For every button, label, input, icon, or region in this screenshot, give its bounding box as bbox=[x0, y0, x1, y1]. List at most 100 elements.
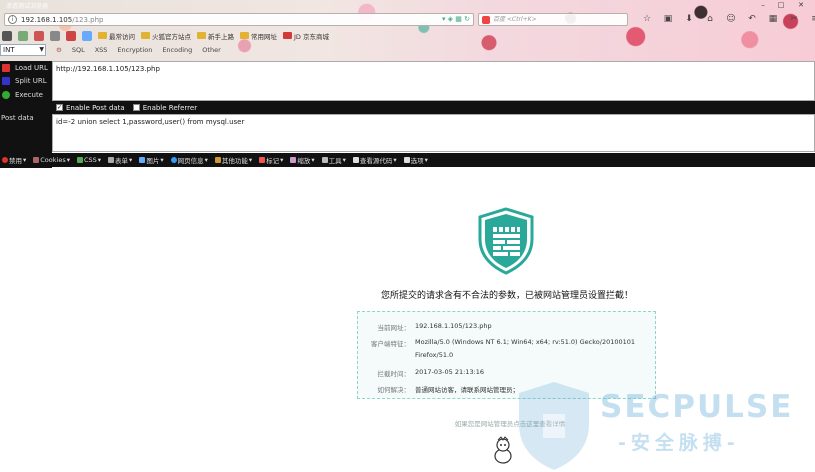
scissors-icon[interactable]: ✂ bbox=[787, 14, 801, 24]
home-icon[interactable]: ⌂ bbox=[703, 14, 717, 24]
disable-icon bbox=[2, 157, 8, 163]
jd-icon bbox=[283, 32, 292, 39]
checkbox-checked-icon: ✓ bbox=[56, 104, 63, 111]
search-placeholder: 百度 <Ctrl+K> bbox=[493, 16, 537, 23]
options-icon bbox=[403, 157, 410, 163]
search-engine-icon[interactable] bbox=[482, 16, 490, 24]
menu-xss[interactable]: XSS bbox=[95, 46, 108, 54]
app-title: 渗透测试浏览器 bbox=[6, 3, 49, 10]
css-icon bbox=[76, 157, 83, 163]
minimize-button[interactable]: – bbox=[756, 1, 770, 10]
close-window-button[interactable]: ✕ bbox=[794, 1, 808, 10]
bookmark-item[interactable]: 火狐官方站点 bbox=[141, 31, 191, 41]
post-data-label: Post data bbox=[1, 114, 34, 122]
watermark-shield-icon bbox=[519, 382, 589, 470]
addon-icon[interactable] bbox=[50, 30, 60, 41]
address-text[interactable]: 192.168.1.105/123.php bbox=[21, 15, 104, 25]
addon-icon[interactable] bbox=[18, 30, 28, 41]
grid-icon[interactable]: ▦ bbox=[766, 14, 780, 24]
dev-menu-options[interactable]: 选项 ▾ bbox=[403, 155, 428, 165]
folder-icon bbox=[240, 32, 249, 39]
site-info-icon[interactable]: i bbox=[8, 15, 17, 24]
addon-icon[interactable] bbox=[66, 30, 76, 41]
emoji-icon[interactable]: ☺ bbox=[724, 14, 738, 24]
menu-encryption[interactable]: Encryption bbox=[117, 46, 152, 54]
block-message-title: 您所提交的请求含有不合法的参数，已被网站管理员设置拦截！ bbox=[380, 291, 633, 301]
clipboard-icon[interactable]: ▣ bbox=[661, 14, 675, 24]
menu-sql[interactable]: SQL bbox=[72, 46, 85, 54]
detail-row-user-agent: 客户端特征： Mozilla/5.0 (Windows NT 6.1; Win64… bbox=[371, 338, 636, 348]
dev-menu-tools[interactable]: 工具 ▾ bbox=[321, 155, 346, 165]
hackbar-options-row: ✓ Enable Post data Enable Referrer bbox=[52, 101, 815, 114]
bookmark-item[interactable]: 常用网址 bbox=[240, 31, 277, 41]
hackbar-url-textarea[interactable]: http://192.168.1.105/123.php bbox=[52, 61, 815, 101]
watermark-subtext: -安全脉搏- bbox=[618, 432, 740, 454]
dev-menu-css[interactable]: CSS ▾ bbox=[76, 156, 101, 164]
folder-icon bbox=[141, 32, 150, 39]
folder-icon bbox=[197, 32, 206, 39]
web-developer-toolbar: 禁用 ▾ Cookies ▾ CSS ▾ 表单 ▾ 图片 ▾ 网页信息 ▾ 其他功能 ▾ 标记… bbox=[0, 153, 815, 167]
address-actions[interactable]: ▾ ◈ ▦ ↻ bbox=[442, 15, 470, 23]
back-icon[interactable]: ↶ bbox=[745, 14, 759, 24]
dev-menu-misc[interactable]: 其他功能 ▾ bbox=[214, 155, 252, 165]
dev-menu-forms[interactable]: 表单 ▾ bbox=[108, 155, 132, 165]
addon-icon[interactable] bbox=[82, 30, 92, 41]
menu-other[interactable]: Other bbox=[202, 46, 220, 54]
firewall-shield-icon bbox=[478, 207, 534, 275]
int-select[interactable]: INT ▼ bbox=[0, 44, 46, 56]
detail-row-time: 拦截时间： 2017-03-05 21:13:16 bbox=[377, 368, 485, 378]
split-url-button[interactable]: Split URL bbox=[0, 74, 52, 87]
misc-icon bbox=[214, 157, 221, 163]
bookmark-star-icon[interactable]: ☆ bbox=[640, 14, 654, 24]
hackbar-toggle-icon[interactable] bbox=[2, 30, 12, 41]
image-icon bbox=[139, 157, 146, 163]
load-url-button[interactable]: Load URL bbox=[0, 61, 52, 74]
mascot-icon bbox=[494, 436, 512, 464]
browser-theme-header: 渗透测试浏览器 – □ ✕ i 192.168.1.105/123.php ▾ … bbox=[0, 0, 815, 61]
enable-post-checkbox[interactable]: ✓ Enable Post data bbox=[56, 104, 125, 112]
post-data-textarea[interactable]: id=-2 union select 1,password,user() fro… bbox=[52, 114, 815, 152]
execute-icon bbox=[2, 90, 10, 99]
title-bar: 渗透测试浏览器 – □ ✕ bbox=[0, 0, 815, 12]
tools-icon bbox=[321, 157, 328, 163]
source-icon bbox=[352, 157, 359, 163]
address-bar[interactable]: i 192.168.1.105/123.php ▾ ◈ ▦ ↻ bbox=[4, 13, 474, 26]
bookmarks-bar: 最常访问 火狐官方站点 新手上路 常用网址 JD 京东商城 bbox=[0, 29, 329, 42]
split-icon bbox=[2, 76, 10, 85]
checkbox-empty-icon bbox=[132, 104, 140, 111]
enable-referrer-checkbox[interactable]: Enable Referrer bbox=[132, 104, 197, 112]
detail-row-user-agent-cont: Firefox/51.0 bbox=[415, 351, 454, 359]
block-details-box: 当前网址： 192.168.1.105/123.php 客户端特征： Mozilla… bbox=[357, 311, 656, 399]
dev-menu-resize[interactable]: 缩放 ▾ bbox=[290, 155, 315, 165]
load-icon bbox=[2, 63, 10, 72]
menu-icon[interactable]: ≡ bbox=[808, 14, 815, 24]
maximize-button[interactable]: □ bbox=[774, 1, 788, 10]
hackbar-menu: ⚙ SQL XSS Encryption Encoding Other bbox=[56, 46, 221, 54]
resize-icon bbox=[290, 157, 297, 163]
execute-button[interactable]: Execute bbox=[0, 88, 52, 101]
watermark-text: SECPULSE bbox=[600, 389, 794, 425]
dev-menu-view-source[interactable]: 查看源代码 ▾ bbox=[352, 155, 397, 165]
form-icon bbox=[108, 157, 115, 163]
pencil-icon bbox=[259, 157, 266, 163]
dev-menu-cookies[interactable]: Cookies ▾ bbox=[33, 156, 70, 164]
chevron-down-icon: ▼ bbox=[39, 46, 44, 53]
info-icon bbox=[170, 157, 177, 163]
dev-menu-page-info[interactable]: 网页信息 ▾ bbox=[170, 155, 208, 165]
download-icon[interactable]: ⬇ bbox=[682, 14, 696, 24]
search-box[interactable]: 百度 <Ctrl+K> bbox=[478, 13, 628, 26]
dev-menu-images[interactable]: 图片 ▾ bbox=[139, 155, 164, 165]
bookmark-item[interactable]: 最常访问 bbox=[98, 31, 135, 41]
hackbar-tool-icon[interactable]: ⚙ bbox=[56, 46, 62, 54]
hackbar-menu-row: INT ▼ ⚙ SQL XSS Encryption Encoding Other bbox=[0, 44, 221, 56]
bookmark-item[interactable]: 新手上路 bbox=[197, 31, 234, 41]
detail-row-url: 当前网址： 192.168.1.105/123.php bbox=[377, 322, 492, 332]
dev-menu-outline[interactable]: 标记 ▾ bbox=[259, 155, 283, 165]
addon-icon[interactable] bbox=[34, 30, 44, 41]
folder-icon bbox=[98, 32, 107, 39]
menu-encoding[interactable]: Encoding bbox=[162, 46, 192, 54]
browser-toolbar: ☆ ▣ ⬇ ⌂ ☺ ↶ ▦ ✂ ≡ bbox=[640, 14, 815, 24]
cookie-icon bbox=[33, 157, 40, 163]
dev-menu-disable[interactable]: 禁用 ▾ bbox=[2, 155, 26, 165]
bookmark-item[interactable]: JD 京东商城 bbox=[283, 31, 329, 41]
